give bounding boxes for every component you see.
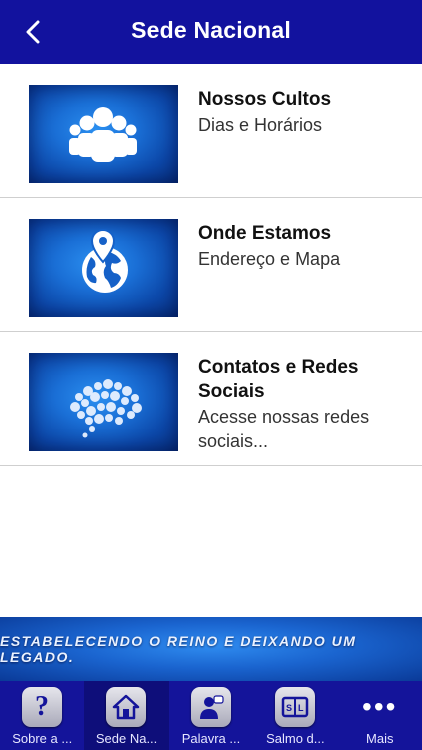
- item-title: Onde Estamos: [198, 223, 332, 244]
- item-thumbnail: [29, 85, 178, 183]
- svg-text:S: S: [286, 703, 292, 713]
- slogan-banner: ESTABELECENDO O REINO E DEIXANDO UM LEGA…: [0, 617, 422, 681]
- tab-label: Palavra ...: [181, 731, 241, 746]
- tab-sobre[interactable]: ? Sobre a ...: [0, 681, 84, 750]
- item-title: Contatos e Redes Sociais: [198, 357, 359, 402]
- menu-list: Nossos Cultos Dias e Horários Onde Estam…: [0, 64, 422, 466]
- banner-text: ESTABELECENDO O REINO E DEIXANDO UM LEGA…: [0, 633, 357, 665]
- tab-label: Salmo d...: [266, 731, 325, 746]
- list-item-nossos-cultos[interactable]: Nossos Cultos Dias e Horários: [0, 64, 422, 198]
- tab-label: Sede Na...: [95, 731, 158, 746]
- question-icon: ?: [22, 687, 62, 727]
- tab-palavra[interactable]: Palavra ...: [169, 681, 253, 750]
- tab-salmo[interactable]: S L Salmo d...: [253, 681, 337, 750]
- svg-text:L: L: [298, 703, 304, 713]
- page-title: Sede Nacional: [131, 17, 291, 43]
- tab-label: Mais: [366, 731, 394, 746]
- item-subtitle: Dias e Horários: [198, 115, 323, 135]
- globe-location-icon: [82, 229, 128, 293]
- tab-sede-nacional[interactable]: Sede Na...: [84, 681, 169, 750]
- item-title: Nossos Cultos: [198, 89, 332, 110]
- people-group-icon: [69, 107, 137, 162]
- tab-mais[interactable]: ••• Mais: [338, 681, 422, 750]
- list-item-contatos-redes-sociais[interactable]: Contatos e Redes Sociais Acesse nossas r…: [0, 332, 422, 466]
- item-thumbnail: [29, 353, 178, 451]
- tab-label: Sobre a ...: [12, 731, 73, 746]
- more-icon: •••: [362, 691, 398, 722]
- navigation-bar: Sede Nacional: [0, 0, 422, 65]
- preacher-icon: [190, 687, 231, 727]
- list-item-onde-estamos[interactable]: Onde Estamos Endereço e Mapa: [0, 198, 422, 332]
- item-subtitle: Endereço e Mapa: [198, 249, 341, 269]
- social-media-cloud-icon: [70, 379, 142, 438]
- item-subtitle: Acesse nossas redes sociais...: [198, 407, 370, 451]
- book-icon: S L: [275, 687, 316, 727]
- item-thumbnail: [29, 219, 178, 317]
- tab-bar: ? Sobre a ... Sede Na... Palavra ... S L…: [0, 681, 422, 750]
- house-icon: [106, 687, 147, 727]
